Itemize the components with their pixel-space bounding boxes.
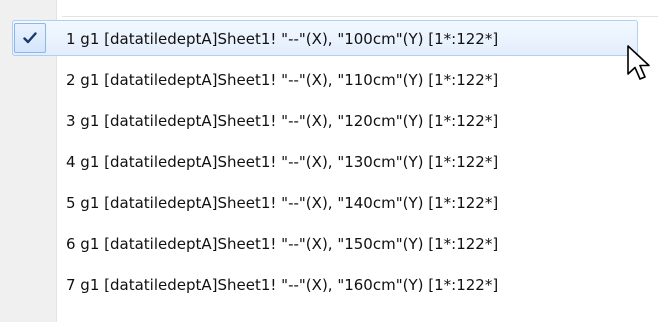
check-indicator [14, 23, 46, 53]
menu-item-label: 1 g1 [datatiledeptA]Sheet1! "--"(X), "10… [66, 30, 499, 48]
menu-item-3[interactable]: 3 g1 [datatiledeptA]Sheet1! "--"(X), "12… [0, 102, 658, 140]
menu-item-4[interactable]: 4 g1 [datatiledeptA]Sheet1! "--"(X), "13… [0, 143, 658, 181]
menu-item-label: 7 g1 [datatiledeptA]Sheet1! "--"(X), "16… [66, 276, 499, 294]
menu-separator [62, 16, 658, 17]
menu-item-label: 6 g1 [datatiledeptA]Sheet1! "--"(X), "15… [66, 235, 499, 253]
menu-item-2[interactable]: 2 g1 [datatiledeptA]Sheet1! "--"(X), "11… [0, 61, 658, 99]
menu-item-label: 4 g1 [datatiledeptA]Sheet1! "--"(X), "13… [66, 153, 499, 171]
menu-item-7[interactable]: 7 g1 [datatiledeptA]Sheet1! "--"(X), "16… [0, 266, 658, 304]
menu-item-label: 2 g1 [datatiledeptA]Sheet1! "--"(X), "11… [66, 71, 499, 89]
mouse-pointer-icon [627, 45, 650, 80]
menu-item-label: 3 g1 [datatiledeptA]Sheet1! "--"(X), "12… [66, 112, 499, 130]
context-menu: 1 g1 [datatiledeptA]Sheet1! "--"(X), "10… [0, 0, 658, 322]
menu-item-1[interactable]: 1 g1 [datatiledeptA]Sheet1! "--"(X), "10… [0, 20, 658, 58]
menu-item-label: 5 g1 [datatiledeptA]Sheet1! "--"(X), "14… [66, 194, 499, 212]
menu-item-5[interactable]: 5 g1 [datatiledeptA]Sheet1! "--"(X), "14… [0, 184, 658, 222]
menu-item-6[interactable]: 6 g1 [datatiledeptA]Sheet1! "--"(X), "15… [0, 225, 658, 263]
menu-items: 1 g1 [datatiledeptA]Sheet1! "--"(X), "10… [0, 20, 658, 307]
checkmark-icon [23, 32, 37, 44]
